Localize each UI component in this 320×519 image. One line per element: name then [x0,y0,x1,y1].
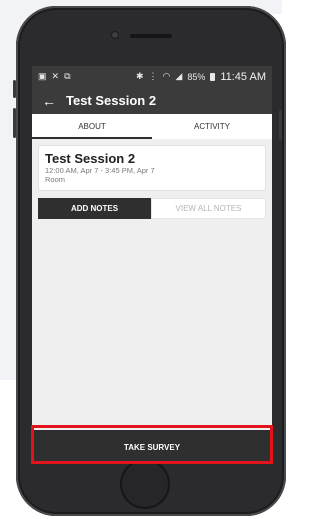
session-location: Room [45,175,66,184]
vibrate-icon: ⋮ [148,71,158,81]
missed-call-icon: ✕ [51,71,60,81]
page-title: Test Session 2 [66,93,157,108]
power-button [279,110,282,140]
session-card: Test Session 2 12:00 AM, Apr 7 - 3:45 PM… [38,145,266,191]
tab-bar: ABOUT ACTIVITY [32,114,272,139]
session-time: 12:00 AM, Apr 7 - 3:45 PM, Apr 7 [45,166,155,175]
battery-icon [210,72,216,81]
survey-highlight-box [31,425,273,464]
earpiece-speaker [130,34,172,38]
volume-button [13,80,16,98]
status-left-icons: ▣ ✕ ⧉ [38,71,71,82]
screenshot-icon: ⧉ [64,71,71,81]
wifi-icon: ◠ [162,71,171,81]
tab-about[interactable]: ABOUT [32,114,152,139]
signal-icon: ◢ [175,71,183,81]
notes-actions: ADD NOTES VIEW ALL NOTES [38,198,266,219]
bluetooth-icon: ✱ [135,71,144,81]
notification-icon: ▣ [38,71,47,81]
view-all-notes-button[interactable]: VIEW ALL NOTES [151,198,266,219]
app-screen: ▣ ✕ ⧉ ✱ ⋮ ◠ ◢ 85% 11:45 AM ← Test Sessio… [32,66,272,464]
status-right-icons: ✱ ⋮ ◠ ◢ 85% 11:45 AM [136,71,266,83]
volume-button [13,108,16,138]
status-bar: ▣ ✕ ⧉ ✱ ⋮ ◠ ◢ 85% 11:45 AM [32,66,272,87]
front-camera [111,31,119,39]
home-button[interactable] [120,459,170,509]
status-time: 11:45 AM [220,70,266,83]
session-title: Test Session 2 [45,151,136,166]
battery-percent: 85% [187,71,206,82]
add-notes-button[interactable]: ADD NOTES [38,198,151,219]
back-arrow-icon[interactable]: ← [42,94,56,108]
app-bar: ← Test Session 2 [32,87,272,114]
tab-activity[interactable]: ACTIVITY [152,114,272,139]
